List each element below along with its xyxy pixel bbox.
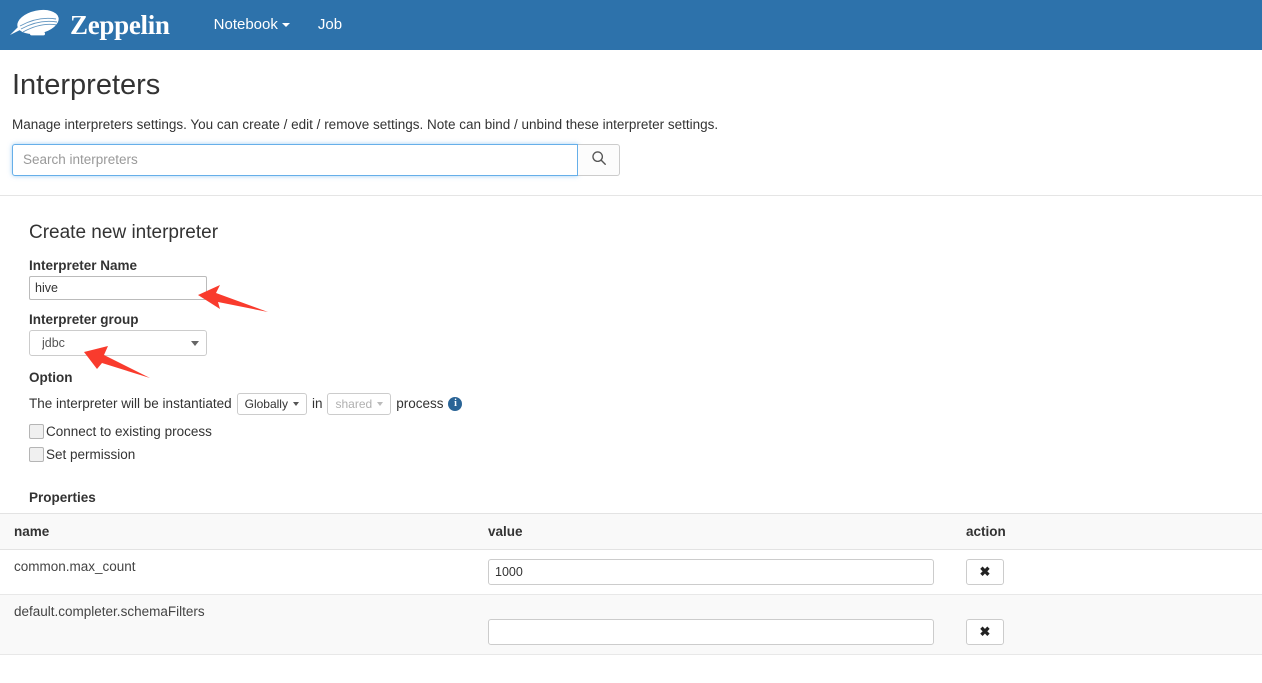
properties-title: Properties [29,489,96,505]
interpreter-name-field: Interpreter Name [29,258,1250,300]
option-title: Option [29,369,73,385]
set-permission-label: Set permission [46,446,136,462]
table-header-row: name value action [0,512,1262,550]
set-permission-checkbox[interactable] [29,446,44,462]
zeppelin-airship-logo-icon [10,7,62,43]
column-header-name: name [0,512,474,550]
chevron-down-icon [292,401,299,406]
property-name-cell: common.max_count [0,549,474,595]
interpreter-process-value: shared [335,396,373,411]
brand-title: Zeppelin [70,9,170,40]
top-navbar: Zeppelin Notebook Job [0,0,1262,50]
info-icon[interactable]: i [448,396,463,411]
section-divider [0,194,1262,196]
page-title: Interpreters [12,69,161,101]
instantiation-option-row: The interpreter will be instantiated Glo… [29,392,1250,415]
connect-existing-process-label: Connect to existing process [46,423,212,439]
property-value-cell [474,549,952,595]
search-icon [591,150,607,169]
table-row: common.max_count ✖ [0,549,1262,595]
interpreter-group-select[interactable] [29,329,207,356]
create-interpreter-title: Create new interpreter [29,221,219,243]
instantiation-middle-text: in [311,396,323,412]
connect-existing-process-row[interactable]: Connect to existing process [29,423,1250,439]
nav-item-notebook[interactable]: Notebook [200,0,304,50]
nav-item-job-label: Job [317,16,343,33]
page-body: Interpreters Manage interpreters setting… [0,68,1262,505]
property-action-cell: ✖ [952,549,1262,595]
search-input[interactable] [12,143,578,176]
interpreter-scope-dropdown[interactable]: Globally [236,392,307,415]
nav-item-notebook-label: Notebook [213,16,278,33]
interpreter-name-input[interactable] [29,275,207,300]
remove-property-button[interactable]: ✖ [966,618,1004,645]
set-permission-row[interactable]: Set permission [29,446,1250,462]
instantiation-suffix-text: process [396,396,444,412]
create-interpreter-section: Create new interpreter Interpreter Name … [12,222,1250,462]
interpreter-process-dropdown[interactable]: shared [327,392,392,415]
property-name-cell: default.completer.schemaFilters [0,594,474,655]
property-action-cell: ✖ [952,594,1262,655]
nav-item-job[interactable]: Job [304,0,356,50]
instantiation-prefix-text: The interpreter will be instantiated [29,396,232,412]
search-button[interactable] [578,143,620,176]
property-value-input[interactable] [488,558,934,585]
interpreter-name-label: Interpreter Name [29,257,138,273]
property-value-input[interactable] [488,618,934,645]
remove-property-button[interactable]: ✖ [966,558,1004,585]
interpreter-group-label: Interpreter group [29,311,139,327]
interpreter-scope-value: Globally [244,396,288,411]
chevron-down-icon [281,23,290,28]
table-row: default.completer.schemaFilters ✖ [0,594,1262,655]
chevron-down-icon [377,401,384,406]
properties-table: name value action common.max_count ✖ def… [0,512,1262,655]
connect-existing-process-checkbox[interactable] [29,423,44,439]
property-value-cell [474,594,952,655]
column-header-value: value [474,512,952,550]
page-description: Manage interpreters settings. You can cr… [12,116,719,132]
interpreter-group-field: Interpreter group [29,312,1250,356]
search-bar [12,143,1250,176]
brand-home-link[interactable]: Zeppelin [10,7,200,43]
column-header-action: action [952,512,1262,550]
